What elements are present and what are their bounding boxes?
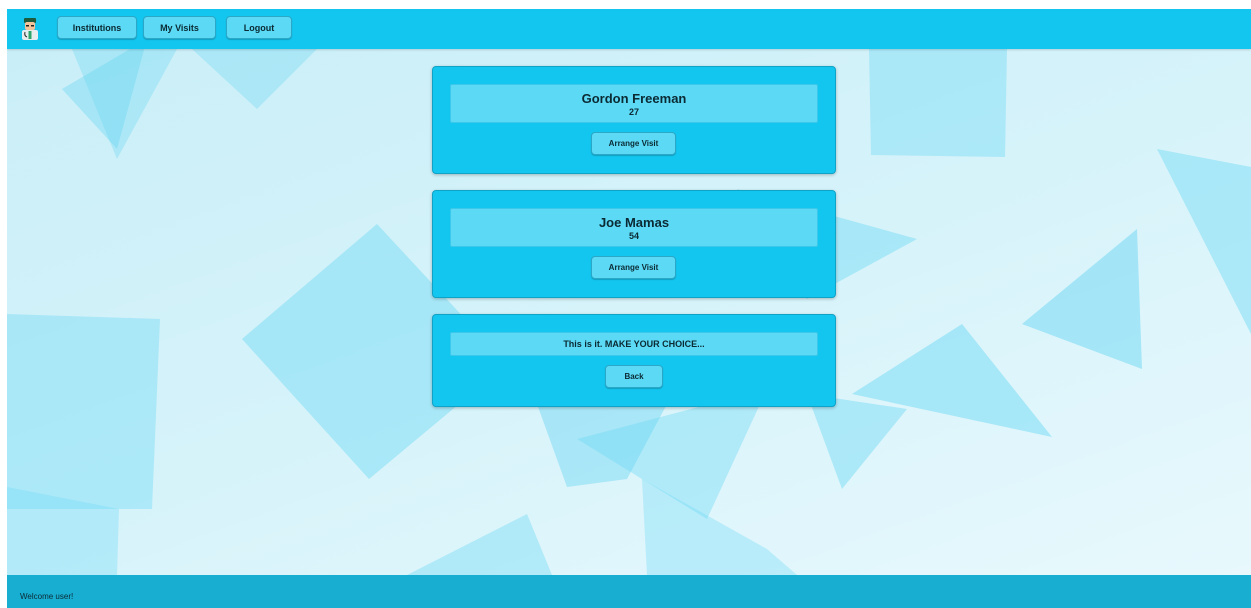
back-button[interactable]: Back: [605, 365, 663, 388]
choice-message-box: This is it. MAKE YOUR CHOICE...: [450, 332, 818, 356]
app-root: Institutions My Visits Logout Gordon Fre…: [7, 9, 1251, 608]
person-card-gordon-freeman: Gordon Freeman 27 Arrange Visit: [432, 66, 836, 174]
choice-message: This is it. MAKE YOUR CHOICE...: [563, 339, 705, 349]
my-visits-button[interactable]: My Visits: [143, 16, 216, 39]
person-name: Joe Mamas: [598, 215, 670, 230]
person-name: Gordon Freeman: [581, 91, 687, 106]
person-card-joe-mamas: Joe Mamas 54 Arrange Visit: [432, 190, 836, 298]
person-age: 54: [628, 231, 639, 241]
footer-bar: Welcome user!: [7, 575, 1251, 608]
institutions-button[interactable]: Institutions: [57, 16, 137, 39]
logout-button[interactable]: Logout: [226, 16, 292, 39]
person-age: 27: [628, 107, 639, 117]
welcome-text: Welcome user!: [20, 592, 74, 601]
person-info: Joe Mamas 54: [450, 208, 818, 247]
choice-card: This is it. MAKE YOUR CHOICE... Back: [432, 314, 836, 407]
arrange-visit-button[interactable]: Arrange Visit: [591, 132, 676, 155]
doctor-avatar-icon[interactable]: [18, 17, 42, 41]
person-info: Gordon Freeman 27: [450, 84, 818, 123]
arrange-visit-button[interactable]: Arrange Visit: [591, 256, 676, 279]
top-nav-bar: Institutions My Visits Logout: [7, 9, 1251, 49]
